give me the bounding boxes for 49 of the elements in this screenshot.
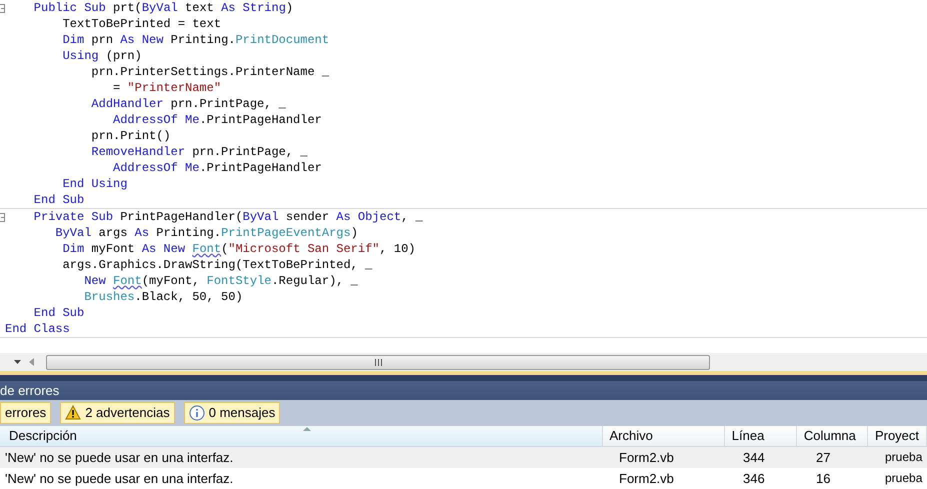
code-line: End Using [62,176,128,192]
scroll-left-icon[interactable] [29,358,34,366]
code-line: Dim prn As New Printing.PrintDocument [62,32,330,48]
scrollbar-thumb[interactable] [46,354,710,370]
code-line: AddHandler prn.PrintPage, _ [90,96,286,112]
table-cell-text: 'New' no se puede usar en una interfaz. [5,448,234,467]
code-line: Public Sub prt(ByVal text As String) [32,0,294,16]
table-cell-text: prueba [885,470,922,488]
filter-button[interactable]: 0 mensajes [184,402,280,424]
code-line: New Font(myFont, FontStyle.Regular), _ [83,273,358,289]
code-line: ByVal args As Printing.PrintPageEventArgs) [54,225,358,241]
code-line: TextToBePrinted = text [62,16,222,32]
code-line: End Sub [32,192,84,208]
table-cell-text: prueba [885,449,922,466]
code-line: prn.PrinterSettings.PrinterName _ [90,64,330,80]
sort-arrow-icon [303,426,311,431]
panel-title: de errores [0,382,60,400]
column-header[interactable]: Línea [724,426,797,446]
filter-button[interactable]: 2 advertencias [60,402,175,424]
table-cell-text: 346 [743,470,765,488]
dropdown-arrow-icon[interactable] [14,360,21,365]
table-cell-text: 27 [816,448,830,467]
code-line: AddressOf Me.PrintPageHandler [112,160,322,176]
code-line: Private Sub PrintPageHandler(ByVal sender As Object, _ [32,209,423,225]
column-header[interactable]: Archivo [602,426,725,446]
code-line: prn.Print() [90,128,171,144]
column-header[interactable]: Proyect [868,426,927,446]
grip-icon [374,358,382,366]
table-cell-text: 'New' no se puede usar en una interfaz. [5,470,234,488]
info-icon [188,404,205,421]
code-line: Using (prn) [62,48,142,64]
code-line: Brushes.Black, 50, 50) [83,289,243,305]
table-cell-text: Form2.vb [619,448,674,467]
code-line: AddressOf Me.PrintPageHandler [112,112,322,128]
column-header[interactable]: Descripción [0,426,602,446]
code-line: args.Graphics.DrawString(TextToBePrinted, _ [62,257,372,273]
table-cell-text: 16 [816,470,830,488]
code-line: = "PrinterName" [112,80,222,96]
collapse-icon[interactable] [0,4,5,13]
code-line: End Class [5,321,70,337]
collapse-icon[interactable] [0,213,5,222]
code-line: End Sub [32,305,84,321]
table-cell-text: Form2.vb [619,470,674,488]
code-line: RemoveHandler prn.PrintPage, _ [90,144,308,160]
filter-button[interactable]: errores [0,402,52,424]
table-cell-text: 344 [743,448,765,467]
column-header[interactable]: Columna [796,426,868,446]
warning-icon [65,405,82,420]
code-line: Dim myFont As New Font("Microsoft San Serif", 10) [62,241,416,257]
